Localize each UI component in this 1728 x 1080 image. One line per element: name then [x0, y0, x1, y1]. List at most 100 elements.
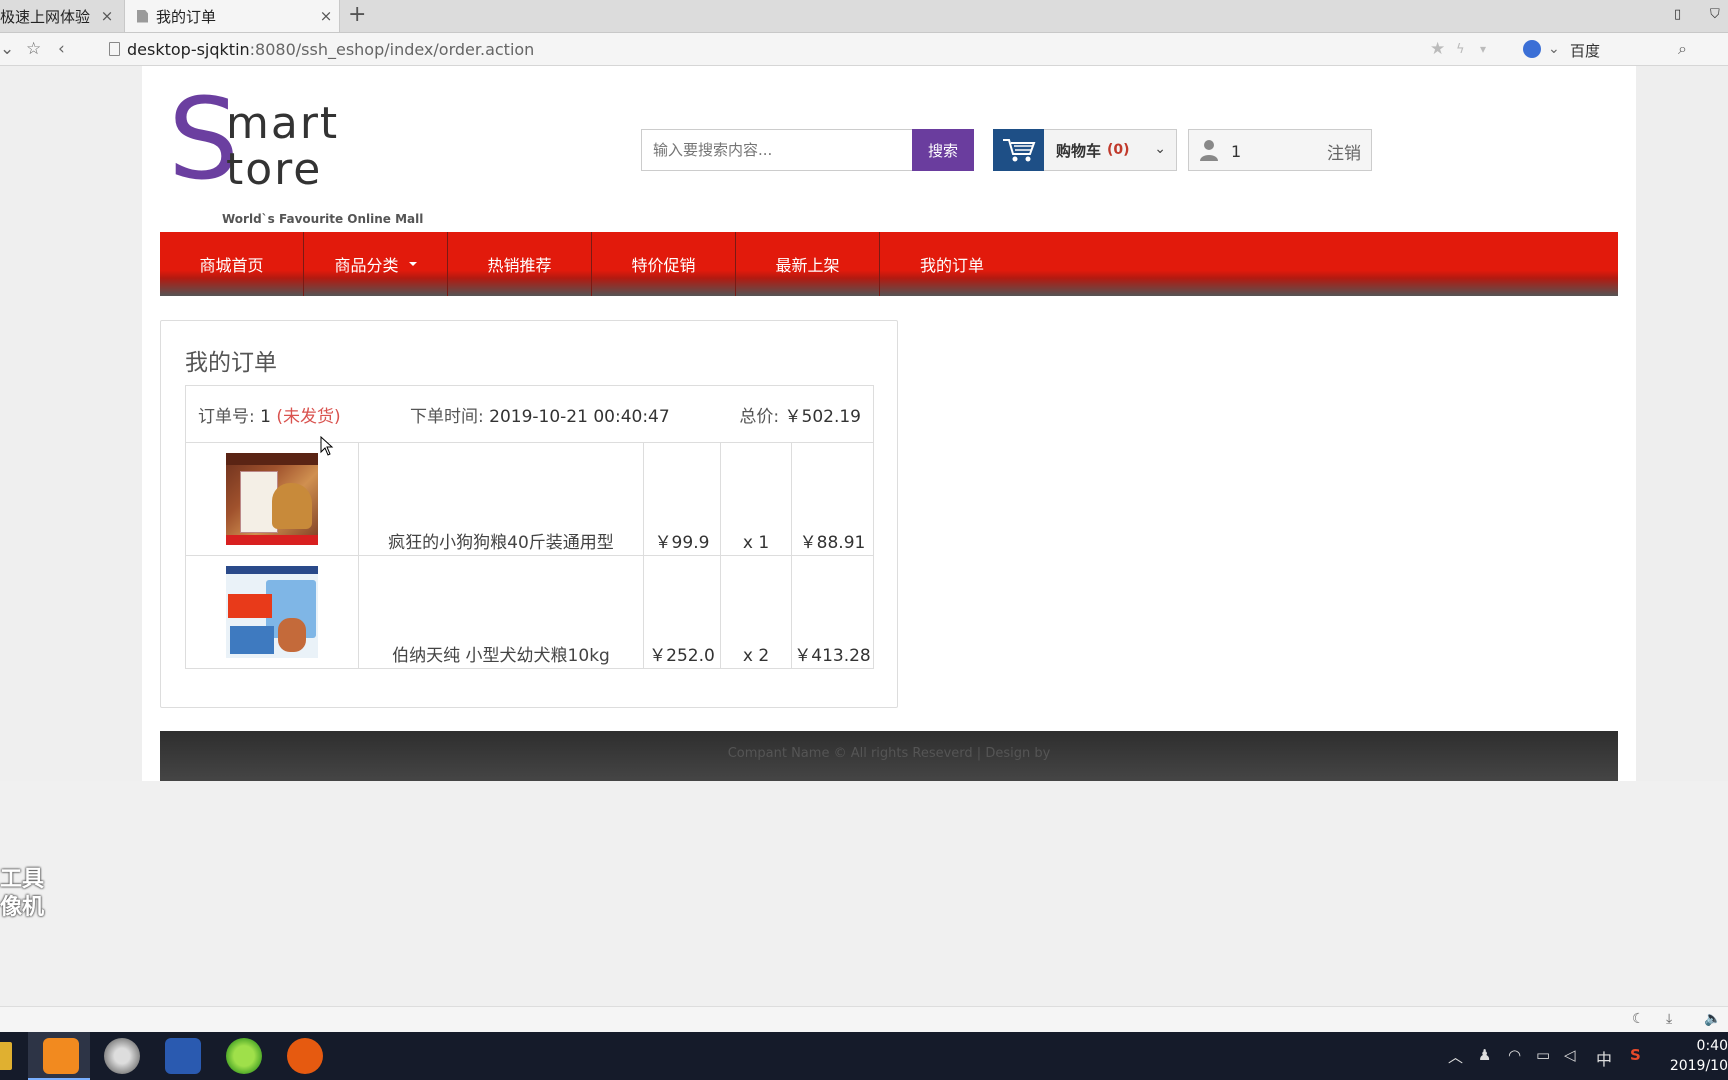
restore-icon[interactable]: ▯ — [1674, 7, 1692, 23]
network-icon[interactable]: ◠ — [1508, 1046, 1521, 1064]
ime-indicator[interactable]: 中 — [1596, 1046, 1612, 1070]
order-total: ￥502.19 — [784, 406, 861, 427]
chevron-down-icon[interactable]: ⌄ — [1154, 141, 1166, 157]
caret-down-icon — [408, 262, 417, 266]
logo-word-mart: mart — [226, 98, 340, 149]
nav-item-new[interactable]: 最新上架 — [736, 232, 880, 296]
table-row: 疯狂的小狗狗粮40斤装通用型 ￥99.9 x 1 ￥88.91 — [185, 442, 874, 556]
product-image[interactable] — [226, 453, 318, 545]
table-row: 伯纳天纯 小型犬幼犬粮10kg ￥252.0 x 2 ￥413.28 — [185, 555, 874, 669]
nav-item-categories[interactable]: 商品分类 — [304, 232, 448, 296]
document-icon — [137, 9, 148, 23]
nav-item-label: 商城首页 — [199, 256, 264, 275]
browser-tab-active[interactable]: 我的订单 × — [124, 0, 340, 32]
status-badge: (未发货) — [276, 406, 341, 427]
app-icon[interactable] — [226, 1038, 262, 1074]
product-name: 疯狂的小狗狗粮40斤装通用型 — [358, 442, 644, 556]
main-nav: 商城首页 商品分类 热销推荐 特价促销 最新上架 我的订单 — [160, 232, 1618, 296]
search-input[interactable] — [651, 130, 905, 170]
battery-icon[interactable]: ▭ — [1536, 1046, 1550, 1064]
search-icon[interactable]: ⌕ — [1678, 39, 1687, 59]
order-table: 订单号: 1 (未发货) 下单时间: 2019-10-21 00:40:47 总… — [185, 385, 874, 669]
order-header-row: 订单号: 1 (未发货) 下单时间: 2019-10-21 00:40:47 总… — [185, 385, 874, 443]
nav-item-label: 特价促销 — [631, 256, 696, 275]
chevron-up-icon[interactable]: ︿ — [1448, 1046, 1463, 1067]
nav-item-sale[interactable]: 特价促销 — [592, 232, 736, 296]
url-field[interactable]: desktop-sjqktin:8080/ssh_eshop/index/ord… — [127, 40, 534, 59]
product-image-cell — [185, 555, 359, 669]
volume-icon[interactable]: ◁ — [1564, 1046, 1576, 1064]
lightning-icon[interactable]: ϟ — [1456, 42, 1465, 57]
shirt-icon[interactable]: ⛉ — [1710, 7, 1728, 23]
product-name-text: 伯纳天纯 小型犬幼犬粮10kg — [392, 646, 610, 666]
order-time: 2019-10-21 00:40:47 — [489, 406, 670, 427]
order-time-group: 下单时间: 2019-10-21 00:40:47 — [410, 402, 739, 427]
quantity: x 2 — [720, 555, 792, 669]
chevron-down-icon[interactable]: ▾ — [1480, 42, 1486, 56]
web-page: S mart tore World`s Favourite Online Mal… — [142, 66, 1636, 781]
close-icon[interactable]: × — [98, 7, 116, 25]
browser-tab-inactive[interactable]: 极速上网体验 × — [0, 0, 120, 32]
search-button[interactable]: 搜索 — [912, 129, 974, 171]
app-icon[interactable] — [104, 1038, 140, 1074]
product-image[interactable] — [226, 566, 318, 658]
logout-link[interactable]: 注销 — [1327, 139, 1361, 164]
clock-time: 0:40 — [1696, 1038, 1728, 1054]
cart-widget[interactable]: 购物车 (0) ⌄ — [993, 129, 1177, 171]
clock-date: 2019/10 — [1669, 1058, 1728, 1074]
nav-item-my-orders[interactable]: 我的订单 — [880, 232, 1024, 296]
nav-item-label: 商品分类 — [334, 256, 399, 275]
watermark-line: 工具 — [0, 867, 45, 892]
volume-icon[interactable]: 🔈 — [1704, 1011, 1721, 1027]
order-number-group: 订单号: 1 (未发货) — [198, 402, 410, 427]
tab-title: 我的订单 — [156, 7, 217, 26]
subtotal: ￥413.28 — [791, 555, 874, 669]
nav-item-label: 热销推荐 — [487, 256, 552, 275]
back-icon[interactable]: ‹ — [58, 39, 65, 59]
chevron-down-icon[interactable]: ⌄ — [0, 39, 14, 59]
file-explorer-icon[interactable] — [0, 1042, 12, 1070]
url-path: :8080/ssh_eshop/index/order.action — [249, 40, 535, 59]
sogou-icon[interactable]: S — [1630, 1046, 1641, 1064]
mouse-cursor-icon — [320, 436, 334, 456]
page-gutter-left — [0, 66, 142, 781]
order-number-label: 订单号: — [198, 406, 255, 427]
cart-icon — [993, 129, 1044, 171]
close-icon[interactable]: × — [317, 7, 335, 25]
nav-item-home[interactable]: 商城首页 — [160, 232, 304, 296]
panel-title: 我的订单 — [185, 350, 277, 376]
moon-icon[interactable]: ☾ — [1632, 1011, 1645, 1027]
baidu-logo-icon[interactable] — [1523, 40, 1541, 58]
product-name-text: 疯狂的小狗狗粮40斤装通用型 — [388, 533, 614, 553]
star-icon[interactable]: ☆ — [26, 39, 41, 59]
user-widget: 1 注销 — [1188, 129, 1372, 171]
eclipse-icon[interactable] — [165, 1038, 201, 1074]
system-clock[interactable]: 0:40 2019/10 — [1670, 1036, 1728, 1076]
search-engine-label[interactable]: 百度 — [1570, 40, 1600, 61]
recorder-icon[interactable] — [287, 1038, 323, 1074]
os-taskbar: ︿ ♟ ◠ ▭ ◁ 中 S 0:40 2019/10 — [0, 1032, 1728, 1080]
username: 1 — [1231, 142, 1242, 161]
site-logo[interactable]: S mart tore World`s Favourite Online Mal… — [168, 84, 428, 226]
page-icon — [109, 42, 120, 56]
nav-item-label: 我的订单 — [919, 256, 984, 275]
unit-price: ￥252.0 — [643, 555, 721, 669]
download-icon[interactable]: ⤓ — [1666, 1011, 1672, 1027]
favorite-icon[interactable]: ★ — [1430, 39, 1445, 59]
user-icon — [1200, 140, 1218, 161]
new-tab-button[interactable]: + — [348, 2, 366, 27]
chevron-down-icon[interactable]: ⌄ — [1548, 41, 1560, 57]
unit-price: ￥99.9 — [643, 442, 721, 556]
subtotal: ￥88.91 — [791, 442, 874, 556]
uc-browser-icon[interactable] — [43, 1038, 79, 1074]
product-image-cell — [185, 442, 359, 556]
logo-tagline: World`s Favourite Online Mall — [222, 212, 424, 226]
url-host: desktop-sjqktin — [127, 40, 250, 59]
nav-item-hot[interactable]: 热销推荐 — [448, 232, 592, 296]
order-number: 1 — [260, 406, 271, 427]
tray-app-icon[interactable]: ♟ — [1478, 1046, 1491, 1064]
browser-tab-bar: 极速上网体验 × 我的订单 × + ▯ ⛉ — [0, 0, 1728, 33]
logo-word-tore: tore — [226, 144, 323, 195]
recorder-watermark: 工具 像机 — [0, 866, 44, 922]
footer-text: Compant Name © All rights Reseverd | Des… — [727, 746, 1051, 761]
